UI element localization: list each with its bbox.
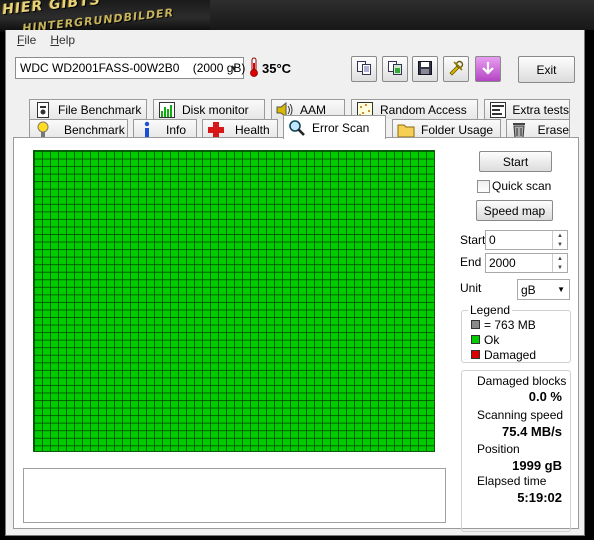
start-scan-button[interactable]: Start [479, 151, 552, 172]
start-label: Start [460, 233, 486, 247]
start-input[interactable]: 0 ▲ ▼ [485, 230, 568, 250]
green-swatch [471, 335, 480, 344]
download-button[interactable] [475, 56, 501, 82]
disk-monitor-icon [158, 101, 176, 119]
magnifier-icon [288, 119, 306, 137]
end-label: End [460, 255, 482, 269]
gray-swatch [471, 320, 480, 329]
spin-up-icon[interactable]: ▲ [553, 231, 567, 240]
quick-scan-checkbox[interactable] [477, 180, 490, 193]
extra-tests-icon [489, 101, 506, 119]
temperature-value: 35°C [262, 60, 292, 76]
spin-down-icon[interactable]: ▼ [553, 240, 567, 249]
start-spinner[interactable]: ▲ ▼ [552, 231, 567, 249]
end-input[interactable]: 2000 ▲ ▼ [485, 253, 568, 273]
scanning-speed-label: Scanning speed [477, 408, 564, 422]
tab-label: Health [235, 122, 270, 137]
scan-log-box [23, 468, 446, 523]
legend-item-damaged: Damaged [471, 347, 570, 362]
tab-health[interactable]: Health [202, 119, 278, 139]
position-label: Position [477, 442, 520, 456]
tab-label: File Benchmark [58, 102, 142, 117]
elapsed-time-label: Elapsed time [477, 474, 547, 488]
tab-label: Error Scan [312, 120, 370, 135]
menu-file[interactable]: File [10, 33, 43, 47]
damaged-blocks-value: 0.0 % [528, 389, 562, 404]
legend-label: Ok [484, 332, 500, 347]
tab-label: Benchmark [64, 122, 125, 137]
legend-item-block-size: = 763 MB [471, 317, 570, 332]
tab-file-benchmark[interactable]: File Benchmark [29, 99, 147, 119]
error-scan-block-map [33, 150, 435, 452]
down-arrow-icon [480, 60, 496, 79]
tab-label: Extra tests [512, 102, 569, 117]
thermometer-icon [249, 57, 259, 80]
hdtune-window: File Help WDC WD2001FASS-00W2B0 (2000 gB… [5, 30, 585, 536]
tab-label: Erase [537, 122, 569, 137]
folder-icon [397, 121, 415, 139]
unit-select[interactable]: gB ▼ [517, 279, 570, 300]
tab-label: Disk monitor [182, 102, 249, 117]
temperature-display: 35°C [249, 57, 291, 79]
tools-icon [447, 59, 465, 80]
red-swatch [471, 350, 480, 359]
legend-group: Legend = 763 MB Ok Damaged [461, 303, 571, 363]
quick-scan-label: Quick scan [492, 179, 552, 193]
position-value: 1999 gB [512, 458, 562, 473]
scan-statistics: Damaged blocks 0.0 % Scanning speed 75.4… [461, 370, 571, 532]
tab-error-scan[interactable]: Error Scan [283, 115, 386, 139]
floppy-disk-icon [417, 60, 433, 79]
drive-select-value: WDC WD2001FASS-00W2B0 (2000 gB) [20, 61, 246, 75]
spin-down-icon[interactable]: ▼ [553, 263, 567, 272]
file-benchmark-icon [34, 101, 52, 119]
screen-edge [585, 30, 594, 540]
legend-label: = 763 MB [484, 317, 536, 332]
tab-folder-usage[interactable]: Folder Usage [392, 119, 501, 139]
tab-extra-tests[interactable]: Extra tests [484, 99, 570, 119]
menu-bar: File Help [6, 30, 584, 50]
copy-screenshot-button[interactable] [382, 56, 408, 82]
legend-label: Damaged [484, 347, 537, 362]
tab-label: Random Access [380, 102, 467, 117]
end-value: 2000 [489, 256, 516, 270]
copy-image-icon [387, 60, 403, 79]
damaged-blocks-label: Damaged blocks [477, 374, 567, 388]
tab-label: Info [166, 122, 187, 137]
start-value: 0 [489, 233, 496, 247]
trash-icon [511, 121, 528, 139]
tab-label: Folder Usage [421, 122, 494, 137]
scanning-speed-value: 75.4 MB/s [502, 424, 562, 439]
tab-info[interactable]: Info [133, 119, 197, 139]
drive-select[interactable]: WDC WD2001FASS-00W2B0 (2000 gB) ▼ [15, 57, 246, 79]
desktop-wallpaper-strip: HIER GIBTS HINTERGRUNDBILDER [0, 0, 594, 32]
tab-erase[interactable]: Erase [506, 119, 570, 139]
exit-button[interactable]: Exit [518, 56, 575, 83]
health-cross-icon [207, 121, 225, 139]
legend-title: Legend [470, 303, 511, 317]
elapsed-time-value: 5:19:02 [517, 490, 562, 505]
title-bar-dark-area [210, 0, 594, 32]
benchmark-icon [34, 121, 52, 139]
legend-item-ok: Ok [471, 332, 570, 347]
spin-up-icon[interactable]: ▲ [553, 254, 567, 263]
speed-map-button[interactable]: Speed map [476, 200, 553, 221]
toolbar: WDC WD2001FASS-00W2B0 (2000 gB) ▼ 35°C E… [6, 51, 584, 91]
copy-text-button[interactable] [351, 56, 377, 82]
info-icon [138, 121, 156, 139]
unit-label: Unit [460, 281, 482, 295]
save-button[interactable] [412, 56, 438, 82]
tab-disk-monitor[interactable]: Disk monitor [153, 99, 265, 119]
tab-benchmark[interactable]: Benchmark [29, 119, 128, 139]
chevron-down-icon[interactable]: ▼ [226, 59, 242, 77]
menu-help[interactable]: Help [43, 33, 82, 47]
unit-value: gB [521, 282, 536, 297]
end-spinner[interactable]: ▲ ▼ [552, 254, 567, 272]
copy-icon [356, 60, 372, 79]
options-button[interactable] [443, 56, 469, 82]
chevron-down-icon[interactable]: ▼ [557, 285, 565, 294]
